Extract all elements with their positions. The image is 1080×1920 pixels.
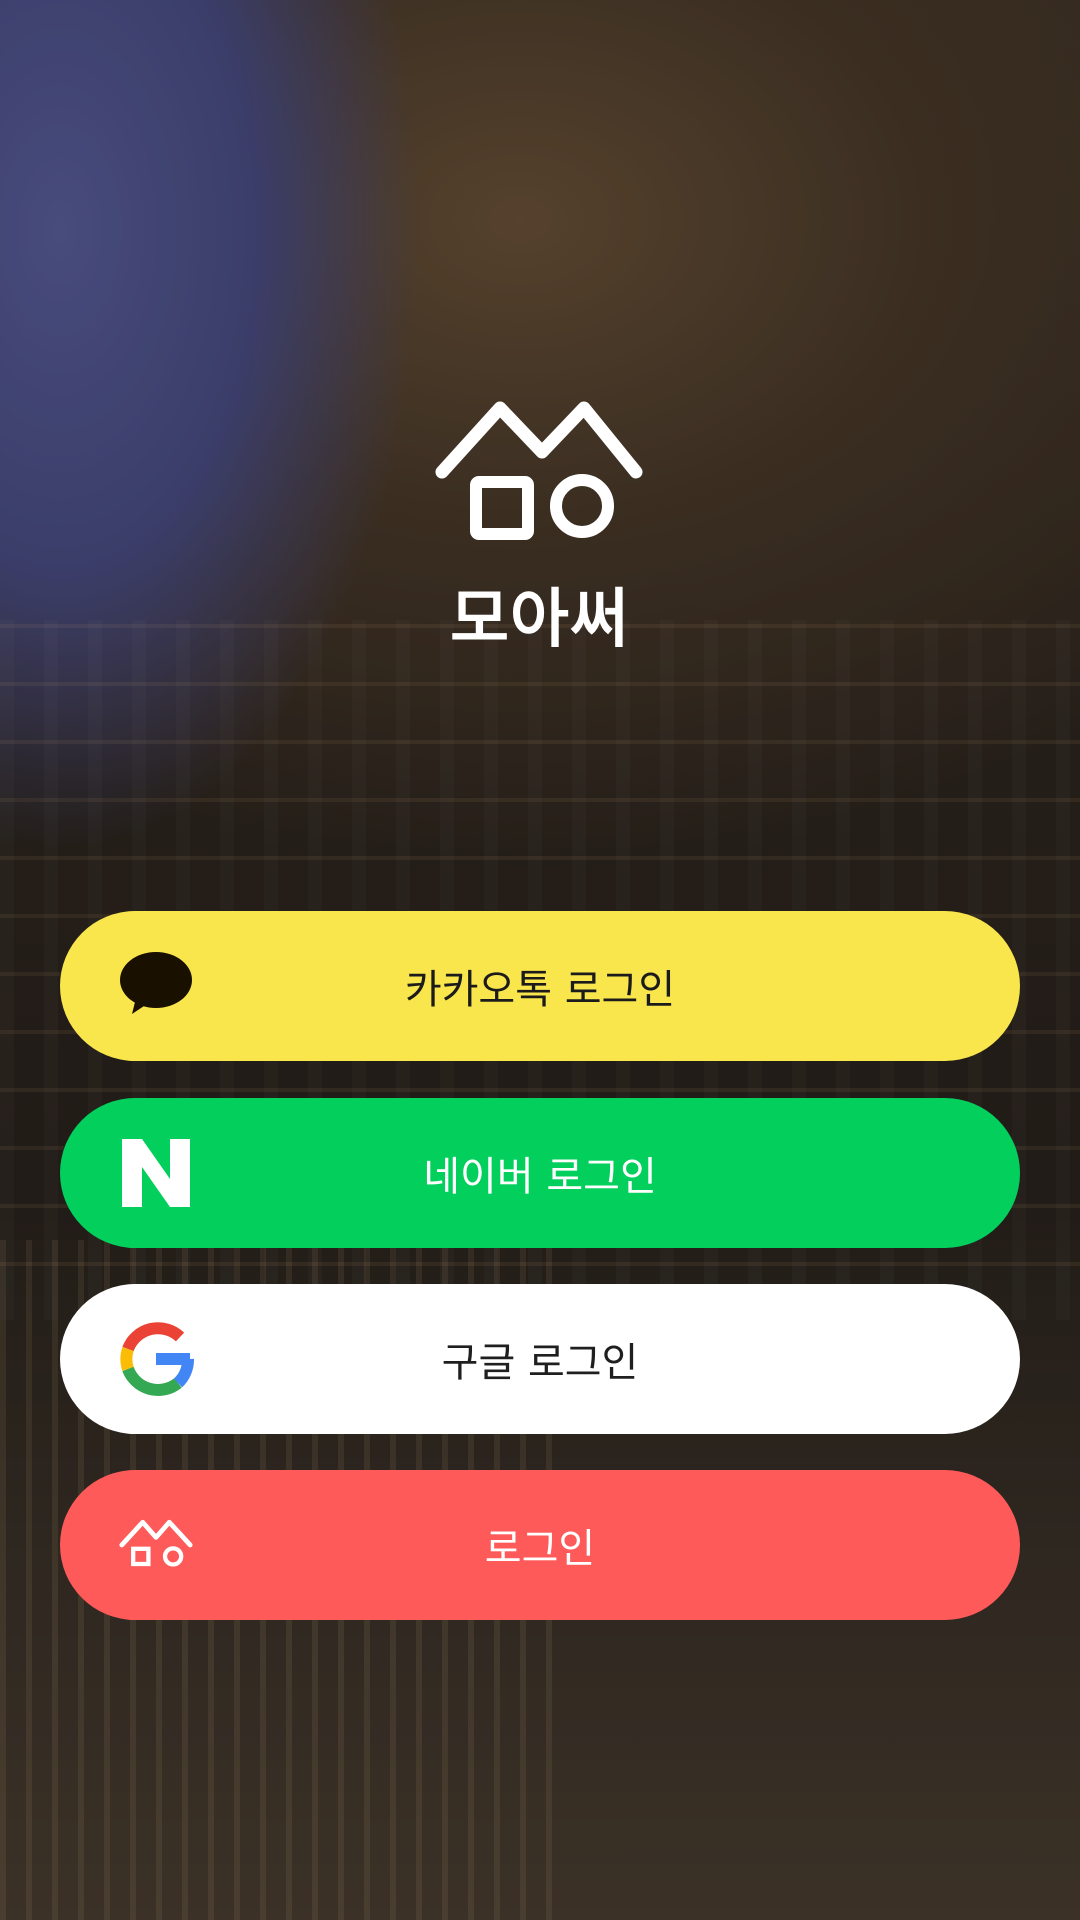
moasseo-logo-icon bbox=[119, 1519, 193, 1567]
naver-login-label: 네이버 로그인 bbox=[423, 1154, 657, 1200]
kakao-talk-bubble-icon bbox=[120, 952, 192, 1014]
google-login-label: 구글 로그인 bbox=[441, 1340, 639, 1386]
app-login-label: 로그인 bbox=[484, 1526, 596, 1572]
app-login-button[interactable]: 로그인 bbox=[60, 1470, 1020, 1620]
google-g-icon bbox=[120, 1322, 194, 1396]
google-login-button[interactable]: 구글 로그인 bbox=[60, 1284, 1020, 1434]
naver-login-button[interactable]: 네이버 로그인 bbox=[60, 1098, 1020, 1248]
kakao-login-button[interactable]: 카카오톡 로그인 bbox=[60, 911, 1020, 1061]
moasseo-logo-icon bbox=[435, 401, 643, 540]
naver-n-icon bbox=[122, 1139, 190, 1207]
app-brand: 모아써 bbox=[0, 390, 1080, 660]
app-title: 모아써 bbox=[450, 583, 630, 657]
kakao-login-label: 카카오톡 로그인 bbox=[404, 967, 676, 1013]
